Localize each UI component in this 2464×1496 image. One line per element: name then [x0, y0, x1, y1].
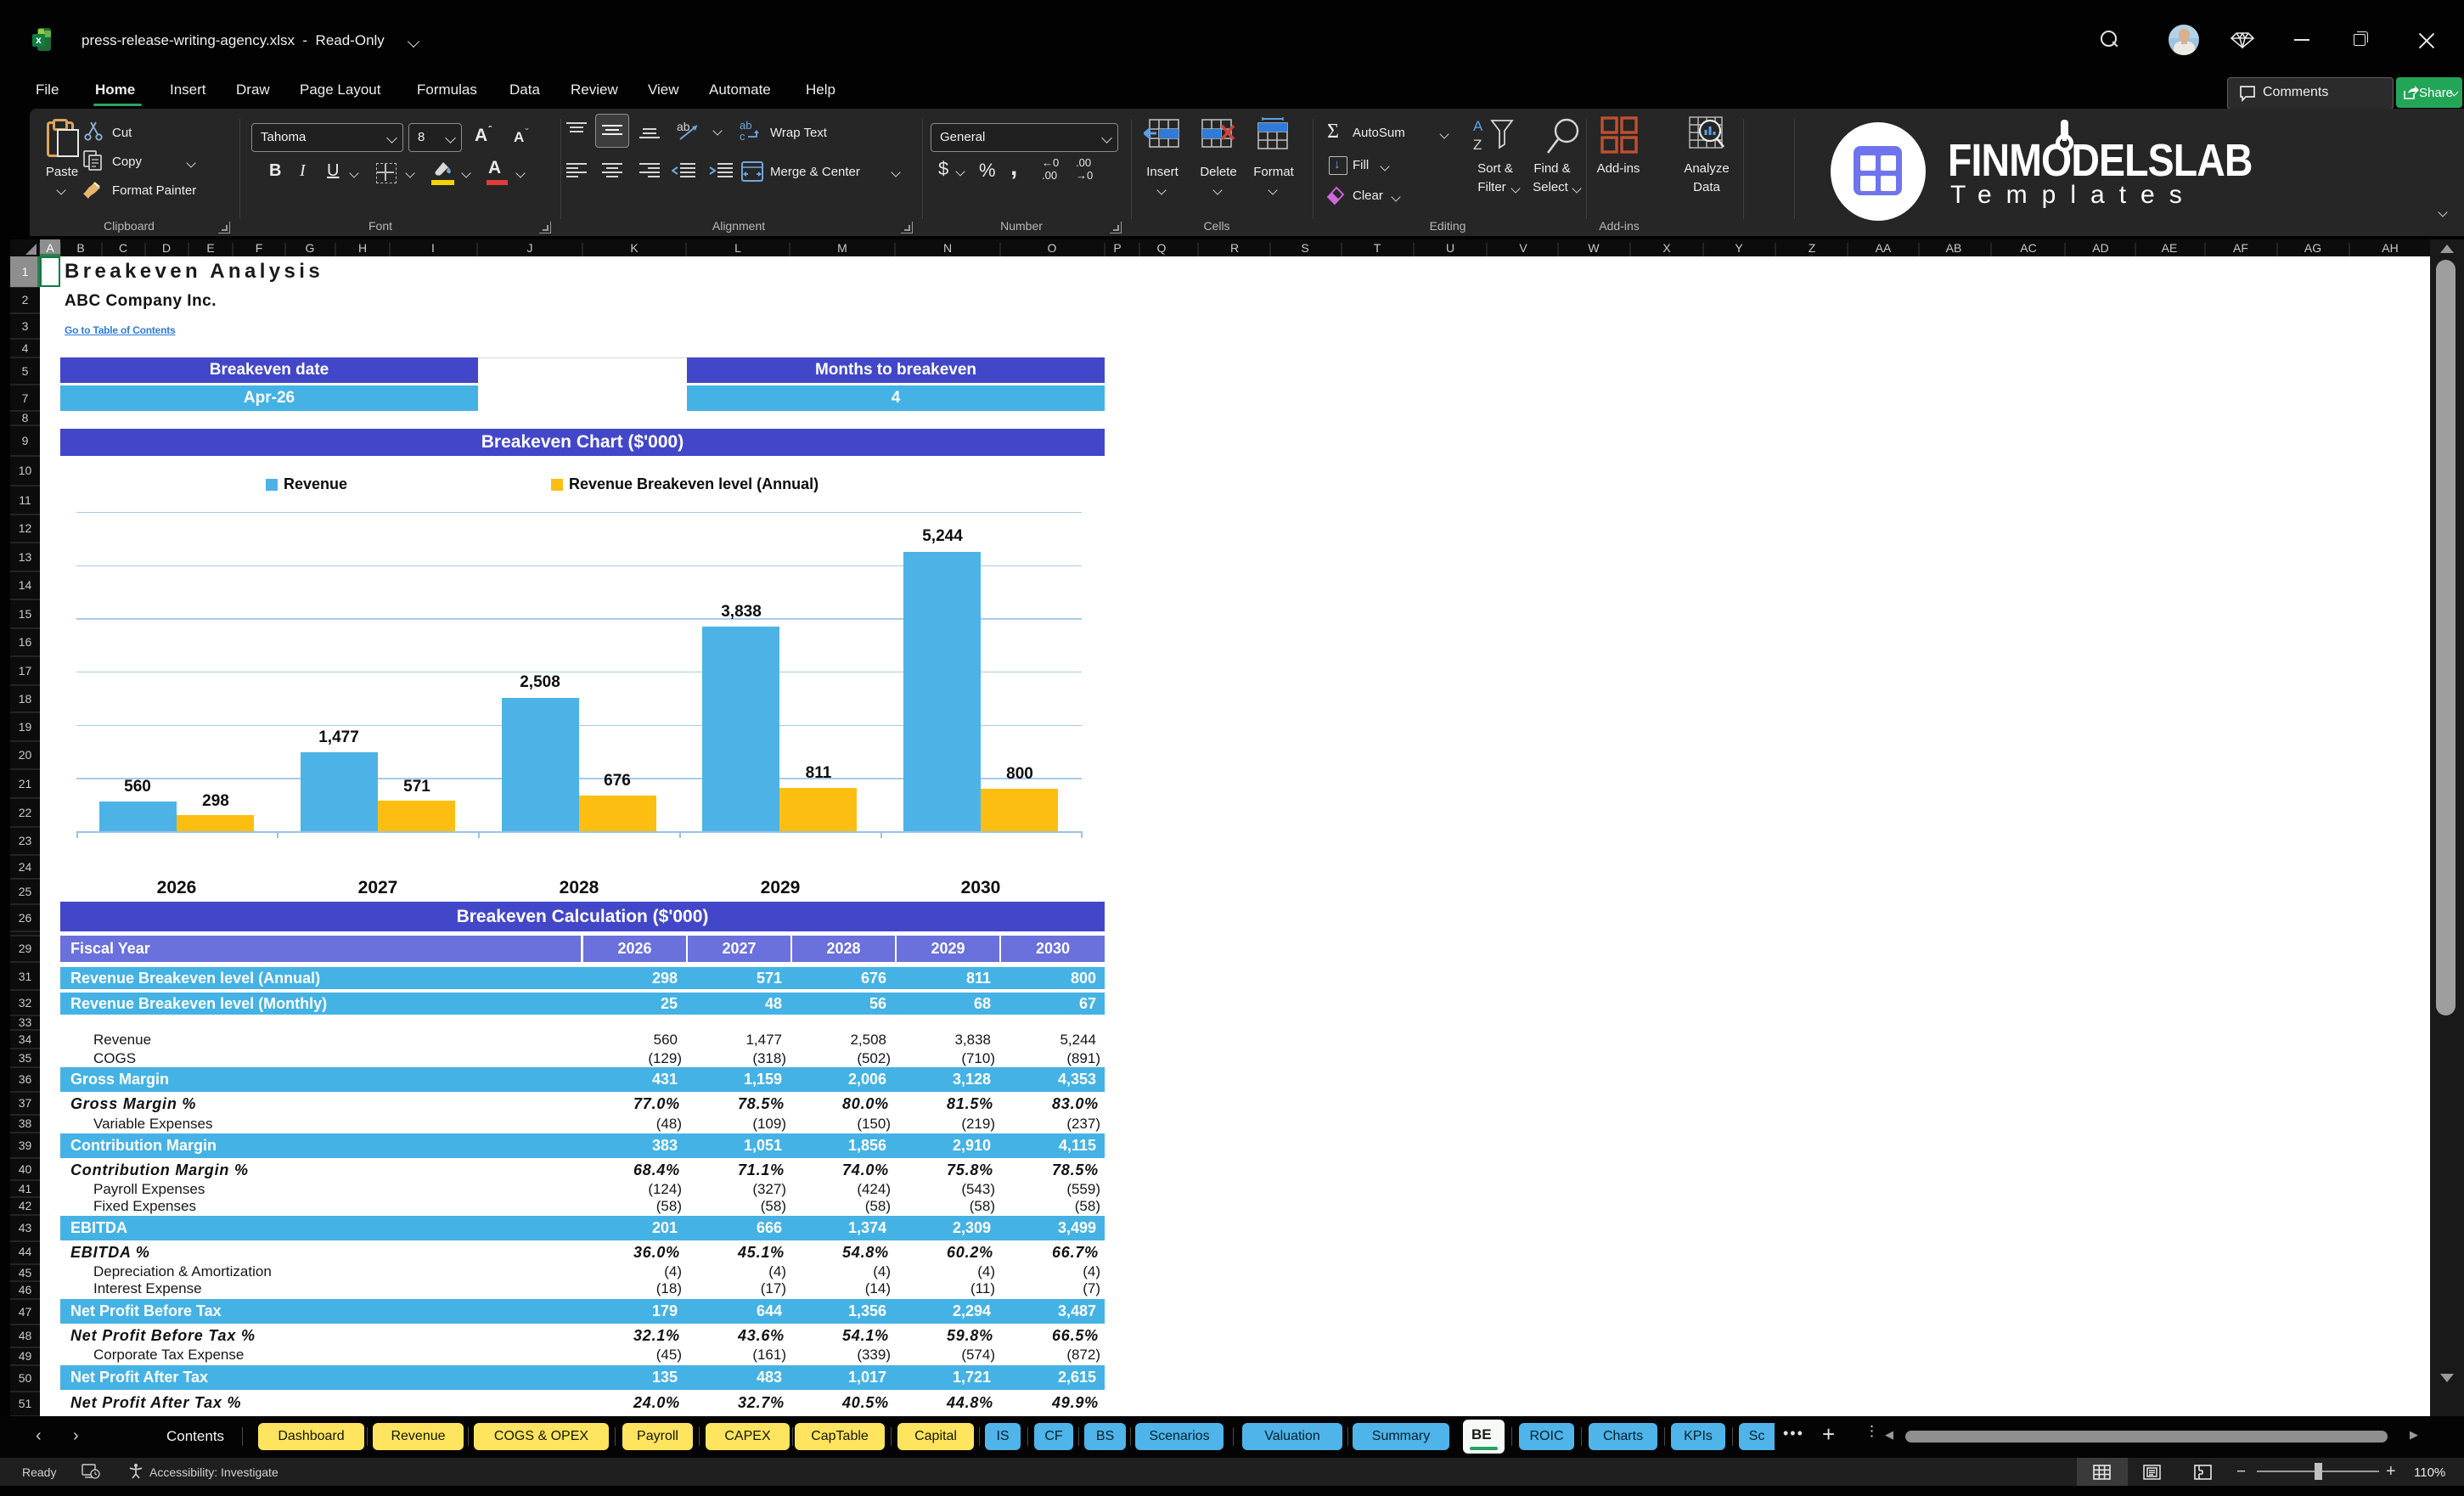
svg-text:c: c [740, 130, 745, 143]
svg-text:A: A [1473, 118, 1483, 134]
svg-text:Z: Z [1473, 137, 1482, 153]
svg-text:ab: ab [677, 120, 690, 133]
